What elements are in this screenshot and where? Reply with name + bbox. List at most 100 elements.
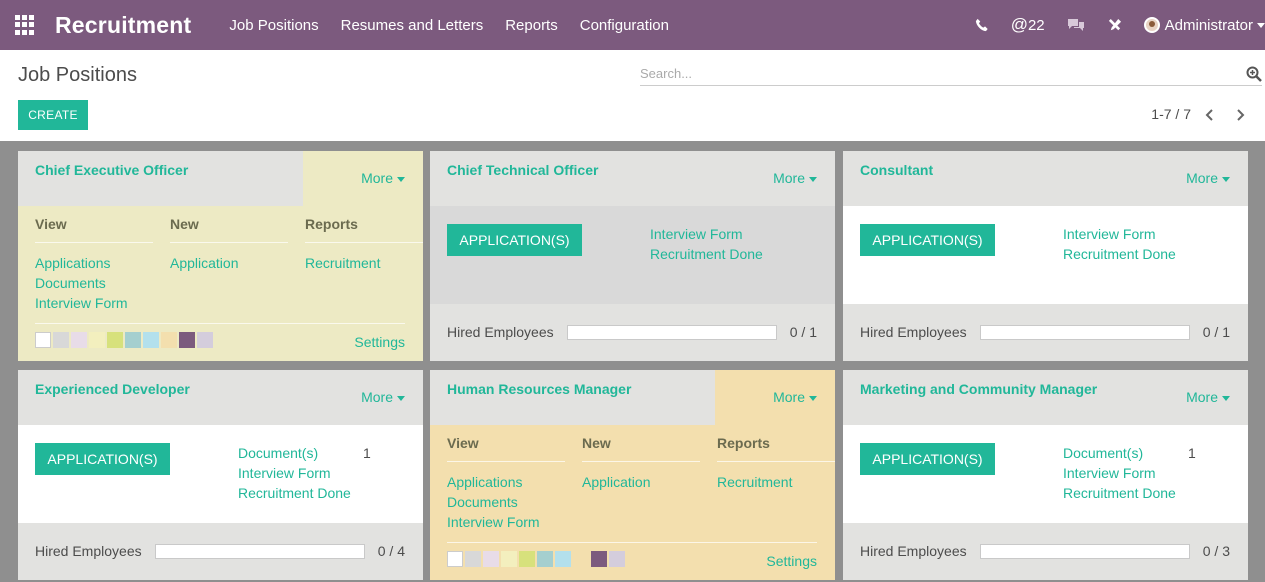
more-dropdown-toggle[interactable]: More [1186,389,1230,405]
menu-reports[interactable]: Reports [505,17,558,34]
settings-link[interactable]: Settings [354,334,405,350]
view-interview-form-link[interactable]: Interview Form [447,512,565,532]
color-swatch[interactable] [197,332,213,348]
view-documents-link[interactable]: Documents [35,273,153,293]
card-footer: Hired Employees 0 / 1 [843,304,1248,361]
documents-link[interactable]: Document(s) [1063,443,1176,463]
reports-recruitment-link[interactable]: Recruitment [305,253,423,273]
color-swatch[interactable] [501,551,517,567]
card-header [430,370,715,425]
more-label: More [361,170,393,186]
recruitment-done-link[interactable]: Recruitment Done [650,244,763,264]
color-swatch[interactable] [143,332,159,348]
color-swatch[interactable] [537,551,553,567]
color-swatch[interactable] [591,551,607,567]
dropdown-new-column: New Application [582,435,700,492]
interview-form-link[interactable]: Interview Form [650,224,763,244]
new-application-link[interactable]: Application [582,472,700,492]
hired-progress-bar [980,325,1190,340]
color-swatch[interactable] [465,551,481,567]
job-card-chief-executive-officer: Chief Executive Officer More View Applic… [18,151,423,361]
color-swatch[interactable] [573,551,589,567]
top-navbar: Recruitment Job Positions Resumes and Le… [0,0,1265,50]
more-label: More [773,170,805,186]
applications-button[interactable]: APPLICATION(S) [860,224,995,256]
color-swatch[interactable] [483,551,499,567]
pager-previous-icon[interactable] [1203,106,1217,124]
apps-grid-icon[interactable] [15,15,35,35]
color-swatch[interactable] [447,551,463,567]
create-button[interactable]: CREATE [18,100,88,130]
interview-form-link[interactable]: Interview Form [1063,224,1176,244]
view-documents-link[interactable]: Documents [447,492,565,512]
more-dropdown-toggle[interactable]: More [773,170,817,186]
user-menu[interactable]: Administrator [1143,17,1265,34]
chat-icon[interactable] [1067,18,1085,32]
search-icon[interactable] [1246,66,1262,82]
applications-button[interactable]: APPLICATION(S) [35,443,170,475]
view-applications-link[interactable]: Applications [35,253,153,273]
settings-link[interactable]: Settings [766,553,817,569]
color-swatch[interactable] [555,551,571,567]
job-card-consultant: Consultant More APPLICATION(S) Interview… [843,151,1248,361]
app-title: Recruitment [55,11,192,38]
card-title[interactable]: Chief Executive Officer [35,162,188,178]
card-title[interactable]: Human Resources Manager [447,381,631,397]
recruitment-done-link[interactable]: Recruitment Done [1063,244,1176,264]
color-swatch[interactable] [519,551,535,567]
card-title[interactable]: Experienced Developer [35,381,190,397]
dropdown-reports-column: Reports Recruitment [717,435,835,492]
dropdown-reports-column: Reports Recruitment [305,216,423,273]
more-dropdown-toggle[interactable]: More [1186,170,1230,186]
more-dropdown-toggle[interactable]: More [361,389,405,405]
new-application-link[interactable]: Application [170,253,288,273]
card-title[interactable]: Chief Technical Officer [447,162,598,178]
view-interview-form-link[interactable]: Interview Form [35,293,153,313]
job-card-chief-technical-officer: Chief Technical Officer More APPLICATION… [430,151,835,361]
dropdown-reports-header: Reports [717,435,835,462]
applications-button[interactable]: APPLICATION(S) [447,224,582,256]
mentions-indicator[interactable]: @ 22 [1011,15,1045,35]
view-applications-link[interactable]: Applications [447,472,565,492]
recruitment-done-link[interactable]: Recruitment Done [1063,483,1176,503]
applications-button[interactable]: APPLICATION(S) [860,443,995,475]
card-title[interactable]: Consultant [860,162,933,178]
color-swatch[interactable] [107,332,123,348]
chevron-down-icon [1222,395,1230,401]
job-card-experienced-developer: Experienced Developer More APPLICATION(S… [18,370,423,580]
color-swatch[interactable] [89,332,105,348]
document-count: 1 [363,445,371,461]
pager-next-icon[interactable] [1233,106,1247,124]
recruitment-done-link[interactable]: Recruitment Done [238,483,351,503]
at-icon: @ [1010,15,1028,34]
card-title[interactable]: Marketing and Community Manager [860,381,1097,397]
more-label: More [773,389,805,405]
interview-form-link[interactable]: Interview Form [1063,463,1176,483]
color-swatch[interactable] [161,332,177,348]
color-swatch[interactable] [609,551,625,567]
debug-tools-icon[interactable] [1107,18,1122,33]
hired-progress-bar [980,544,1190,559]
hired-employees-label: Hired Employees [860,324,967,340]
reports-recruitment-link[interactable]: Recruitment [717,472,835,492]
documents-link[interactable]: Document(s) [238,443,351,463]
menu-job-positions[interactable]: Job Positions [229,17,318,34]
menu-resumes-letters[interactable]: Resumes and Letters [341,17,484,34]
more-dropdown-toggle[interactable]: More [773,389,817,405]
interview-form-link[interactable]: Interview Form [238,463,351,483]
hired-progress-value: 0 / 3 [1202,543,1230,559]
color-swatch[interactable] [53,332,69,348]
hired-progress-bar [567,325,777,340]
menu-configuration[interactable]: Configuration [580,17,669,34]
color-swatch[interactable] [179,332,195,348]
phone-icon[interactable] [975,18,989,32]
color-swatch[interactable] [71,332,87,348]
search-input[interactable] [640,66,1240,81]
card-footer: Hired Employees 0 / 1 [430,304,835,361]
more-dropdown-toggle[interactable]: More [361,170,405,186]
color-swatch[interactable] [125,332,141,348]
color-swatch[interactable] [35,332,51,348]
job-card-human-resources-manager: Human Resources Manager More View Applic… [430,370,835,580]
avatar [1143,17,1160,33]
hired-employees-label: Hired Employees [447,324,554,340]
